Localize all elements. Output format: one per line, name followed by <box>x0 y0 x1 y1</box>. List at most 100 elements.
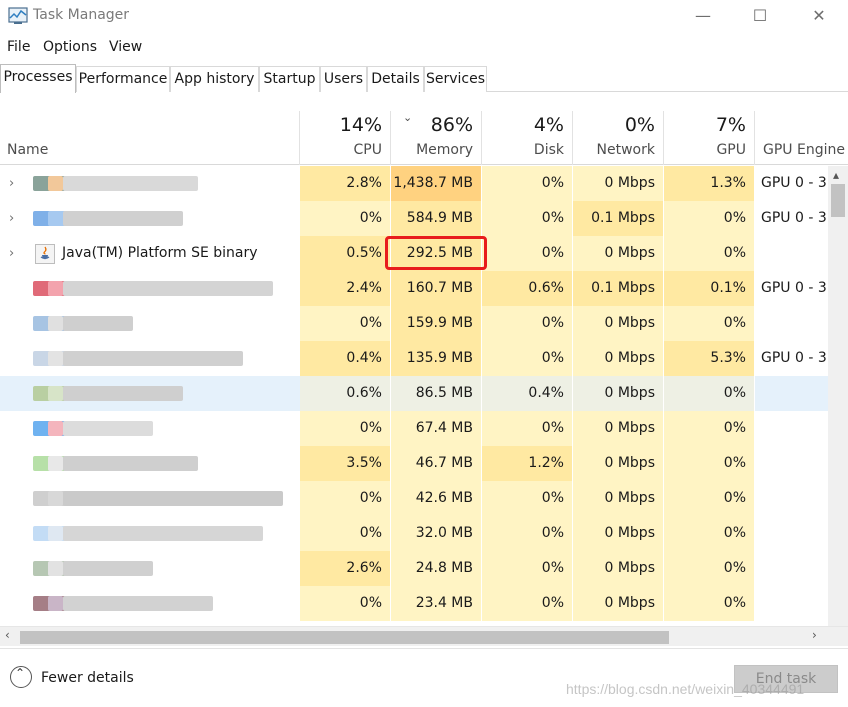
column-header-gpu[interactable]: 7% GPU <box>664 111 755 165</box>
process-name-cell[interactable] <box>0 481 299 516</box>
table-row[interactable]: 0% 42.6 MB 0% 0 Mbps 0% <box>0 481 828 516</box>
process-name-cell[interactable]: › <box>0 201 299 236</box>
network-cell: 0 Mbps <box>573 236 664 271</box>
cpu-cell: 3.5% <box>300 446 391 481</box>
tab-performance[interactable]: Performance <box>76 66 170 92</box>
network-total-pct: 0% <box>624 114 655 136</box>
horizontal-scrollbar[interactable]: ‹ › <box>0 626 848 646</box>
menu-file[interactable]: File <box>7 39 30 55</box>
network-label: Network <box>596 142 655 158</box>
table-row[interactable]: 0.4%135.9 MB0%0 Mbps5.3% GPU 0 - 3D <box>0 341 828 376</box>
chevron-up-circle-icon[interactable]: ⌃ <box>10 666 32 688</box>
task-manager-icon <box>8 7 28 24</box>
table-row[interactable]: 2.6% 24.8 MB 0% 0 Mbps 0% <box>0 551 828 586</box>
redacted-name-block <box>48 351 63 366</box>
menu-view[interactable]: View <box>109 39 142 55</box>
tab-processes[interactable]: Processes <box>0 64 76 93</box>
horizontal-scroll-thumb[interactable] <box>20 631 669 644</box>
table-row[interactable]: 0% 159.9 MB 0% 0 Mbps 0% <box>0 306 828 341</box>
column-header-memory[interactable]: ⌄ 86% Memory <box>391 111 482 165</box>
process-name-cell[interactable] <box>0 411 299 446</box>
network-cell: 0 Mbps <box>573 341 664 376</box>
disk-cell: 0% <box>482 166 573 201</box>
close-button[interactable]: ✕ <box>796 0 842 34</box>
network-cell: 0 Mbps <box>573 411 664 446</box>
process-name-cell[interactable] <box>0 586 299 621</box>
tab-startup[interactable]: Startup <box>259 66 320 92</box>
cpu-total-pct: 14% <box>339 114 382 136</box>
redacted-name-block <box>48 421 63 436</box>
process-name-cell[interactable] <box>0 271 299 306</box>
vertical-scroll-thumb[interactable] <box>831 184 845 217</box>
gpu-engine-cell: GPU 0 - 3D <box>761 350 828 366</box>
expand-chevron-icon[interactable]: › <box>9 201 14 236</box>
process-name-cell[interactable] <box>0 306 299 341</box>
memory-total-pct: 86% <box>430 114 473 136</box>
gpu-cell: 0% <box>664 481 755 516</box>
memory-cell: 23.4 MB <box>391 586 482 621</box>
scroll-left-icon[interactable]: ‹ <box>5 628 10 642</box>
memory-cell: 160.7 MB <box>391 271 482 306</box>
process-name-cell[interactable] <box>0 551 299 586</box>
column-header-name[interactable]: Name <box>0 111 300 165</box>
process-name-cell[interactable]: › <box>0 166 299 201</box>
redacted-name-block <box>48 316 63 331</box>
gpu-cell: 0% <box>664 446 755 481</box>
scroll-up-icon[interactable]: ▴ <box>833 168 839 182</box>
table-row[interactable]: 0% 32.0 MB 0% 0 Mbps 0% <box>0 516 828 551</box>
minimize-button[interactable]: — <box>680 0 726 34</box>
table-row[interactable]: 0% 67.4 MB 0% 0 Mbps 0% <box>0 411 828 446</box>
menu-options[interactable]: Options <box>43 39 97 55</box>
gpu-label: GPU <box>716 142 746 158</box>
redacted-name-block <box>63 281 273 296</box>
vertical-scrollbar[interactable]: ▴ <box>828 166 848 626</box>
table-row[interactable]: 0% 23.4 MB 0% 0 Mbps 0% <box>0 586 828 621</box>
redacted-name-block <box>48 596 63 611</box>
java-icon <box>35 244 55 264</box>
process-name-cell[interactable]: › Java(TM) Platform SE binary <box>0 236 299 271</box>
column-header-disk[interactable]: 4% Disk <box>482 111 573 165</box>
network-cell: 0 Mbps <box>573 586 664 621</box>
process-name-cell[interactable] <box>0 516 299 551</box>
maximize-button[interactable]: ☐ <box>737 0 783 34</box>
process-name: Java(TM) Platform SE binary <box>62 245 258 261</box>
network-cell: 0.1 Mbps <box>573 201 664 236</box>
tab-app-history[interactable]: App history <box>170 66 259 92</box>
cpu-cell: 0% <box>300 306 391 341</box>
gpu-cell: 1.3% <box>664 166 755 201</box>
disk-cell: 0% <box>482 341 573 376</box>
fewer-details-link[interactable]: Fewer details <box>41 670 134 686</box>
tab-services[interactable]: Services <box>424 66 487 92</box>
gpu-cell: 0% <box>664 586 755 621</box>
process-name-cell[interactable] <box>0 376 299 411</box>
table-row[interactable]: 3.5% 46.7 MB 1.2% 0 Mbps 0% <box>0 446 828 481</box>
memory-cell: 24.8 MB <box>391 551 482 586</box>
tab-details[interactable]: Details <box>367 66 424 92</box>
column-header-network[interactable]: 0% Network <box>573 111 664 165</box>
gpu-total-pct: 7% <box>715 114 746 136</box>
disk-label: Disk <box>533 142 564 158</box>
process-name-cell[interactable] <box>0 341 299 376</box>
expand-chevron-icon[interactable]: › <box>9 166 14 201</box>
scroll-right-icon[interactable]: › <box>812 628 817 642</box>
table-row[interactable]: 2.4%160.7 MB0.6%0.1 Mbps0.1% GPU 0 - 3D <box>0 271 828 306</box>
redacted-name-block <box>63 456 198 471</box>
gpu-cell: 0% <box>664 411 755 446</box>
cpu-cell: 0% <box>300 586 391 621</box>
process-name-cell[interactable] <box>0 446 299 481</box>
table-row[interactable]: › 2.8%1,438.7 MB0%0 Mbps1.3% GPU 0 - 3D <box>0 166 828 201</box>
redacted-name-block <box>63 211 183 226</box>
memory-cell: 1,438.7 MB <box>391 166 482 201</box>
gpu-cell: 0% <box>664 376 755 411</box>
table-row[interactable]: ›0%584.9 MB0%0.1 Mbps0%GPU 0 - 3D <box>0 201 828 236</box>
table-row[interactable]: 0.6% 86.5 MB 0.4% 0 Mbps 0% <box>0 376 828 411</box>
column-header-gpu-engine[interactable]: GPU Engine <box>755 111 848 165</box>
tab-users[interactable]: Users <box>320 66 367 92</box>
redacted-name-block <box>63 491 283 506</box>
memory-cell: 584.9 MB <box>391 201 482 236</box>
cpu-cell: 2.4% <box>300 271 391 306</box>
expand-chevron-icon[interactable]: › <box>9 236 14 271</box>
column-name-label: Name <box>7 142 49 158</box>
column-header-cpu[interactable]: 14% CPU <box>300 111 391 165</box>
redacted-name-block <box>63 421 153 436</box>
